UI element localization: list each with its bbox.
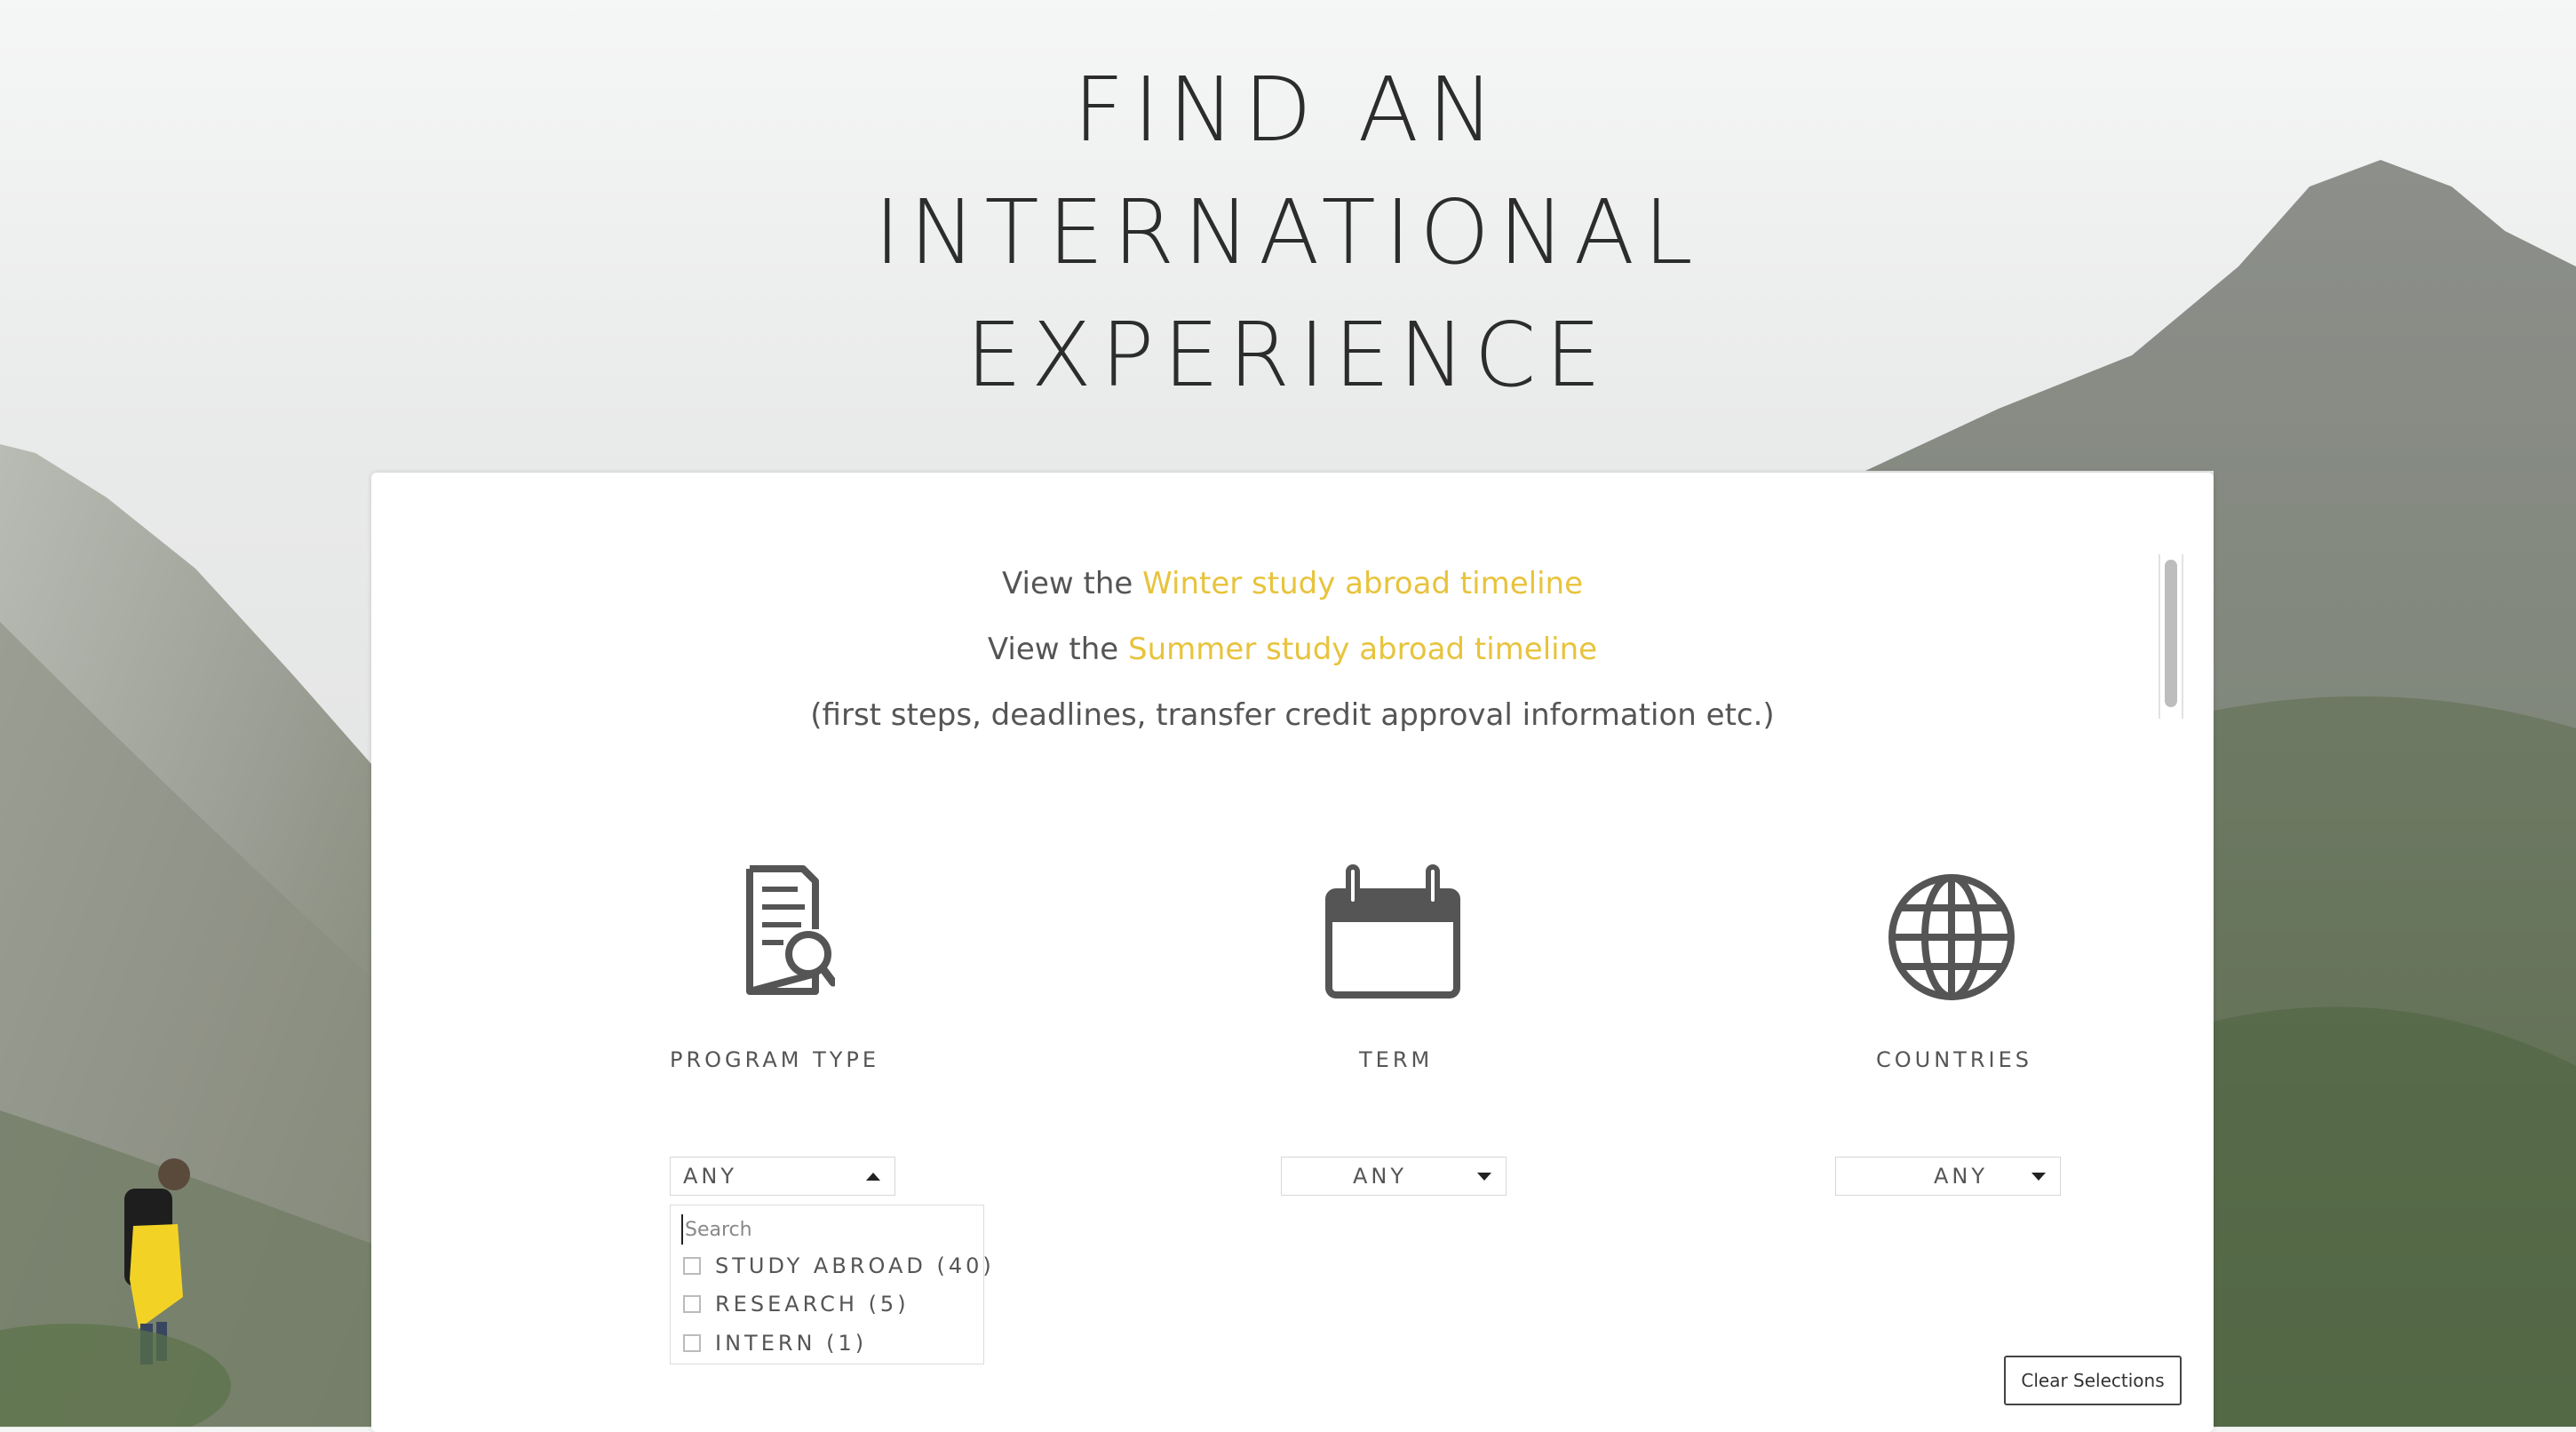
scrollbar[interactable] — [2159, 554, 2183, 719]
chevron-up-icon — [866, 1173, 880, 1181]
summer-timeline-link[interactable]: Summer study abroad timeline — [1128, 632, 1597, 667]
option-label: RESEARCH (5) — [715, 1292, 910, 1317]
option-label: INTERN (1) — [715, 1331, 868, 1356]
scrollbar-thumb[interactable] — [2165, 560, 2177, 707]
countries-select[interactable]: ANY — [1835, 1157, 2061, 1196]
title-line: EXPERIENCE — [966, 303, 1610, 407]
search-input[interactable] — [681, 1214, 974, 1245]
clear-selections-button[interactable]: Clear Selections — [2004, 1356, 2182, 1405]
timeline-note: (first steps, deadlines, transfer credit… — [810, 697, 1775, 733]
option-label: STUDY ABROAD (40) — [715, 1253, 995, 1278]
term-label: TERM — [1359, 1047, 1434, 1072]
timeline-prefix: View the — [987, 632, 1129, 667]
title-line: FIND AN — [1073, 58, 1503, 162]
title-line: INTERNATIONAL — [874, 180, 1702, 284]
chevron-down-icon — [1477, 1173, 1491, 1181]
checkbox[interactable] — [683, 1334, 701, 1352]
checkbox[interactable] — [683, 1257, 701, 1275]
timeline-links: View the Winter study abroad timeline Vi… — [371, 553, 2214, 750]
term-select[interactable]: ANY — [1281, 1157, 1507, 1196]
winter-timeline-link[interactable]: Winter study abroad timeline — [1142, 566, 1583, 601]
program-type-value: ANY — [683, 1164, 738, 1189]
countries-label: COUNTRIES — [1876, 1047, 2032, 1072]
countries-value: ANY — [1934, 1164, 1989, 1189]
winter-timeline-line: View the Winter study abroad timeline — [371, 553, 2214, 618]
calendar-icon — [1325, 864, 1460, 998]
term-value: ANY — [1353, 1164, 1408, 1189]
globe-icon — [1888, 874, 2015, 1000]
summer-timeline-line: View the Summer study abroad timeline — [371, 618, 2214, 684]
program-type-label: PROGRAM TYPE — [670, 1047, 880, 1072]
timeline-prefix: View the — [1002, 566, 1143, 601]
search-panel: View the Winter study abroad timeline Vi… — [371, 473, 2214, 1432]
page-title: FIND AN INTERNATIONAL EXPERIENCE — [0, 49, 2576, 417]
program-type-dropdown: STUDY ABROAD (40) RESEARCH (5) INTERN (1… — [670, 1205, 991, 1364]
checkbox[interactable] — [683, 1295, 701, 1313]
program-type-select[interactable]: ANY — [670, 1157, 895, 1196]
document-search-icon — [746, 865, 835, 995]
chevron-down-icon — [2031, 1173, 2046, 1181]
